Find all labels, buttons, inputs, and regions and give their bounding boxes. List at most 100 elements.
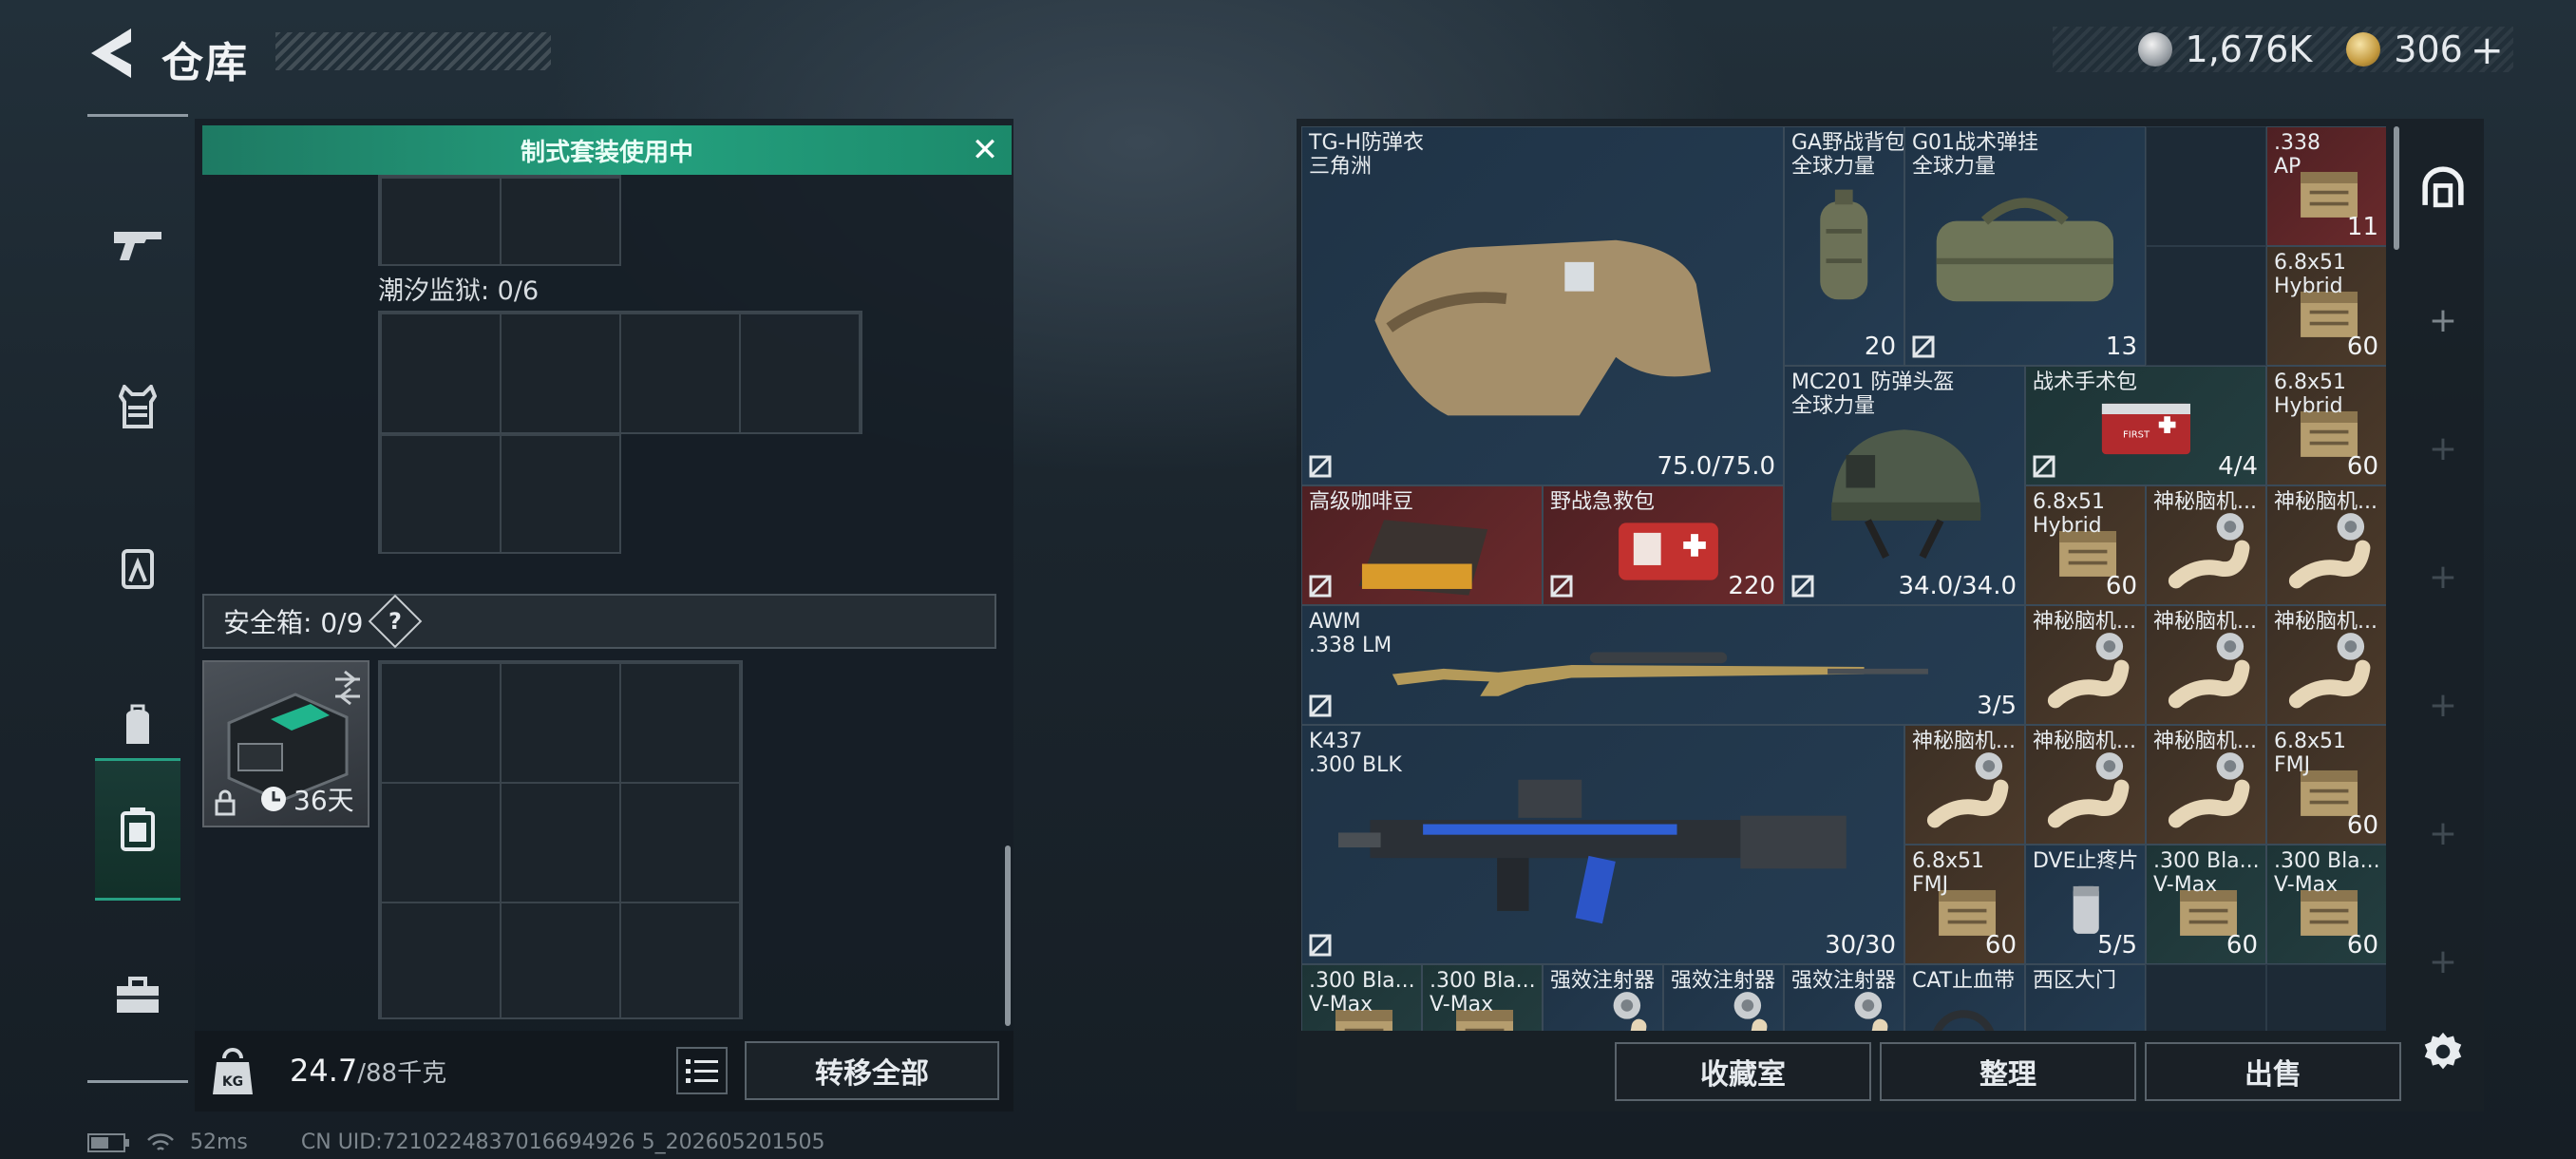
item-name: 神秘脑机... (2153, 730, 2257, 753)
stash-cell[interactable] (2146, 126, 2266, 246)
stash-item[interactable]: .300 Bla... V-Max 60 (2266, 845, 2386, 964)
stash-item[interactable]: K437 .300 BLK 30/30 (1301, 725, 1904, 964)
item-count: 60 (2346, 811, 2378, 840)
stash-item[interactable]: .300 Bla... V-Max (1422, 964, 1543, 1031)
stash-item[interactable]: .300 Bla... V-Max (1301, 964, 1422, 1031)
stash-item[interactable]: 神秘脑机... (2266, 605, 2386, 725)
stash-item[interactable]: MC201 防弹头盔 全球力量 34.0/34.0 (1784, 366, 2025, 605)
settings-gear-icon[interactable] (2422, 1031, 2464, 1073)
stash-item[interactable]: G01战术弹挂 全球力量 13 (1904, 126, 2146, 366)
loadout-scrollbar[interactable] (1005, 846, 1011, 1026)
help-icon[interactable]: ? (369, 594, 423, 649)
stash-item[interactable]: TG-H防弹衣 三角洲 75.0/75.0 (1301, 126, 1784, 485)
nav-armor[interactable] (95, 497, 180, 639)
warehouse-icon (2422, 166, 2464, 208)
stash-item[interactable]: 6.8x51 Hybrid 60 (2266, 246, 2386, 366)
item-name: .338 AP (2274, 131, 2320, 179)
tab-slot-6[interactable]: + (2422, 940, 2464, 982)
stash-item[interactable]: CAT止血带 (1904, 964, 2025, 1031)
stash-item[interactable]: 强效注射器 (1543, 964, 1663, 1031)
stash-item[interactable]: 神秘脑机... (2025, 605, 2146, 725)
stash-scrollbar[interactable] (2394, 126, 2399, 250)
nav-toolbox[interactable] (95, 924, 180, 1067)
tab-slot-3[interactable]: + (2422, 556, 2464, 598)
stash-item[interactable]: 神秘脑机... (2146, 725, 2266, 845)
gold-coin-icon (2346, 32, 2381, 66)
prison-grid-row2[interactable] (378, 432, 621, 554)
prison-label: 潮汐监狱: 0/6 (378, 276, 540, 306)
chest-rig-icon (122, 549, 154, 589)
stash-item[interactable]: FIRST 战术手术包 4/4 (2025, 366, 2266, 485)
tab-slot-5[interactable]: + (2422, 812, 2464, 854)
nav-chest-rig[interactable] (95, 335, 180, 478)
item-name: 6.8x51 FMJ (1912, 849, 1985, 897)
stash-tabs: + + + + + + (2403, 119, 2484, 1112)
sell-button[interactable]: 出售 (2145, 1042, 2401, 1101)
item-name: 神秘脑机... (2153, 610, 2257, 634)
nav-weapon[interactable] (95, 174, 180, 316)
item-name: 西区大门 (2033, 969, 2117, 993)
item-count: 60 (2346, 332, 2378, 361)
stash-item[interactable]: AWM .338 LM 3/5 (1301, 605, 2025, 725)
sort-button[interactable]: 整理 (1880, 1042, 2136, 1101)
safe-box-grid[interactable] (378, 660, 743, 1019)
stash-item[interactable]: DVE止疼片 5/5 (2025, 845, 2146, 964)
stash-item[interactable]: 6.8x51 Hybrid 60 (2025, 485, 2146, 605)
back-arrow-icon[interactable] (87, 27, 133, 80)
safe-box-item[interactable]: 36天 (202, 660, 369, 827)
stash-cell[interactable] (2266, 964, 2386, 1031)
prison-grid-row1[interactable] (378, 311, 862, 434)
stash-item[interactable]: 神秘脑机... (2025, 725, 2146, 845)
toolbox-icon (117, 977, 159, 1013)
stash-item[interactable]: 6.8x51 FMJ 60 (2266, 725, 2386, 845)
item-name: 神秘脑机... (2033, 730, 2136, 753)
item-name: 强效注射器 (1550, 969, 1656, 993)
list-icon (686, 1059, 718, 1083)
stash-cell[interactable] (2146, 964, 2266, 1031)
item-name: CAT止血带 (1912, 969, 2016, 993)
item-name: 战术手术包 (2033, 370, 2138, 394)
stash-item[interactable]: GA野战背包 全球力量 20 (1784, 126, 1904, 366)
stash-item[interactable]: 神秘脑机... (2146, 485, 2266, 605)
stash-item[interactable]: 强效注射器 (1663, 964, 1784, 1031)
item-name: 强效注射器 (1671, 969, 1776, 993)
stash-item[interactable]: 强效注射器 (1784, 964, 1904, 1031)
collection-room-button[interactable]: 收藏室 (1615, 1042, 1871, 1101)
transfer-all-button[interactable]: 转移全部 (745, 1041, 999, 1100)
stash-item[interactable]: 6.8x51 Hybrid 60 (2266, 366, 2386, 485)
weight-unit: /88千克 (357, 1059, 447, 1088)
tab-slot-2[interactable]: + (2422, 428, 2464, 469)
item-count: 5/5 (2097, 931, 2137, 960)
stash-item[interactable]: 6.8x51 FMJ 60 (1904, 845, 2025, 964)
weight-value: 24.7 (290, 1053, 358, 1089)
stash-item[interactable]: 神秘脑机... (1904, 725, 2025, 845)
container-grid-top[interactable] (378, 175, 621, 266)
stash-item[interactable]: .338 AP 11 (2266, 126, 2386, 246)
weight-icon: KG (213, 1048, 253, 1094)
item-name: 6.8x51 FMJ (2274, 730, 2347, 777)
tab-slot-4[interactable]: + (2422, 684, 2464, 726)
list-view-button[interactable] (676, 1047, 728, 1094)
item-count: 60 (2105, 572, 2137, 600)
nav-safe-box[interactable] (95, 758, 180, 901)
stash-grid[interactable]: TG-H防弹衣 三角洲 75.0/75.0 GA野战背包 全球力量 20 G01战术弹挂… (1301, 126, 2386, 1031)
item-name: AWM .338 LM (1309, 610, 1392, 657)
add-tab-plus-icon[interactable]: + (2422, 299, 2464, 341)
no-trade-icon (2033, 455, 2055, 478)
stash-tab-main[interactable] (2422, 166, 2464, 208)
backpack-icon (126, 704, 149, 744)
kit-banner-text: 制式套装使用中 (520, 138, 693, 167)
silver-coin-amount: 1,676K (2185, 28, 2313, 70)
stash-cell[interactable] (2146, 246, 2266, 366)
stash-item[interactable]: 神秘脑机... (2266, 485, 2386, 605)
stash-item[interactable]: 西区大门 (2025, 964, 2146, 1031)
title-decoration (275, 32, 551, 70)
add-currency-button[interactable]: + (2471, 27, 2504, 73)
item-count: 34.0/34.0 (1898, 572, 2017, 600)
close-icon[interactable]: ✕ (958, 125, 1012, 175)
stash-item[interactable]: 野战急救包 220 (1543, 485, 1784, 605)
svg-text:FIRST: FIRST (2123, 429, 2150, 440)
stash-item[interactable]: .300 Bla... V-Max 60 (2146, 845, 2266, 964)
stash-item[interactable]: 高级咖啡豆 (1301, 485, 1543, 605)
stash-item[interactable]: 神秘脑机... (2146, 605, 2266, 725)
